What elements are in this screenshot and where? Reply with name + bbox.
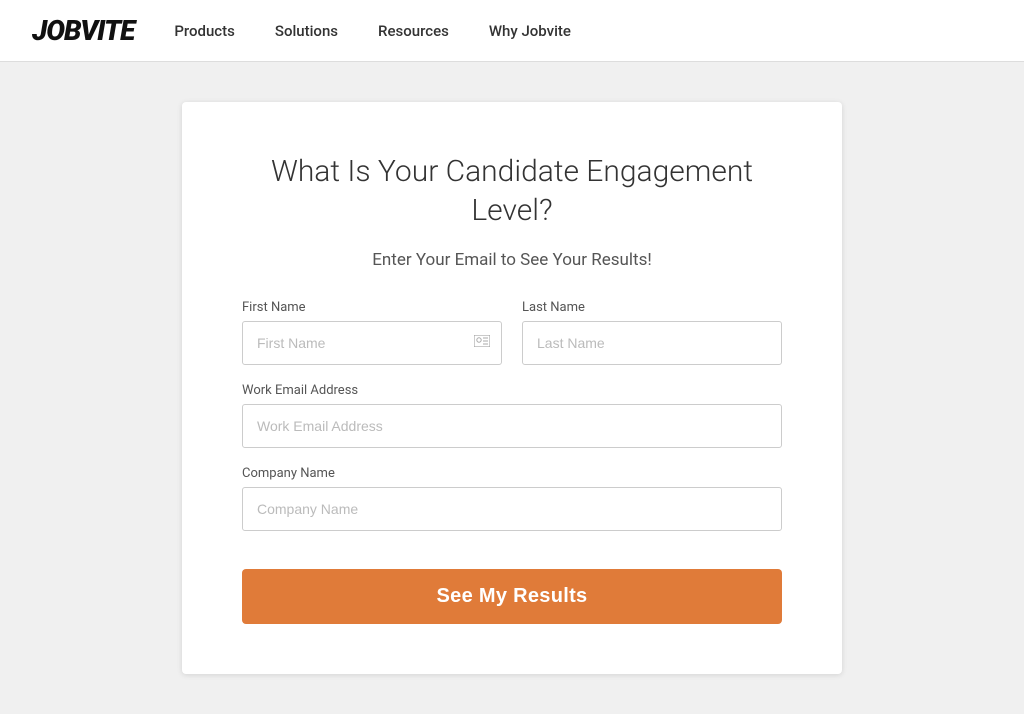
email-group: Work Email Address (242, 383, 782, 448)
submit-button[interactable]: See My Results (242, 569, 782, 624)
engagement-card: What Is Your Candidate Engagement Level?… (182, 102, 842, 674)
nav-item-why-jobvite[interactable]: Why Jobvite (489, 22, 571, 40)
main-content: What Is Your Candidate Engagement Level?… (0, 62, 1024, 714)
engagement-form: First Name (242, 300, 782, 624)
logo: JOBVITE (32, 14, 134, 47)
header: JOBVITE Products Solutions Resources Why… (0, 0, 1024, 62)
company-group: Company Name (242, 466, 782, 531)
company-row: Company Name (242, 466, 782, 531)
first-name-input[interactable] (242, 321, 502, 365)
first-name-group: First Name (242, 300, 502, 365)
email-label: Work Email Address (242, 383, 782, 398)
nav-item-products[interactable]: Products (174, 22, 235, 40)
nav-item-resources[interactable]: Resources (378, 22, 449, 40)
company-label: Company Name (242, 466, 782, 481)
nav-item-solutions[interactable]: Solutions (275, 22, 338, 40)
card-title: What Is Your Candidate Engagement Level? (242, 152, 782, 230)
last-name-label: Last Name (522, 300, 782, 315)
first-name-input-wrapper (242, 321, 502, 365)
name-row: First Name (242, 300, 782, 365)
first-name-label: First Name (242, 300, 502, 315)
email-row: Work Email Address (242, 383, 782, 448)
nav: Products Solutions Resources Why Jobvite (174, 22, 571, 40)
card-subtitle: Enter Your Email to See Your Results! (242, 250, 782, 270)
last-name-input[interactable] (522, 321, 782, 365)
last-name-group: Last Name (522, 300, 782, 365)
email-input[interactable] (242, 404, 782, 448)
company-input[interactable] (242, 487, 782, 531)
